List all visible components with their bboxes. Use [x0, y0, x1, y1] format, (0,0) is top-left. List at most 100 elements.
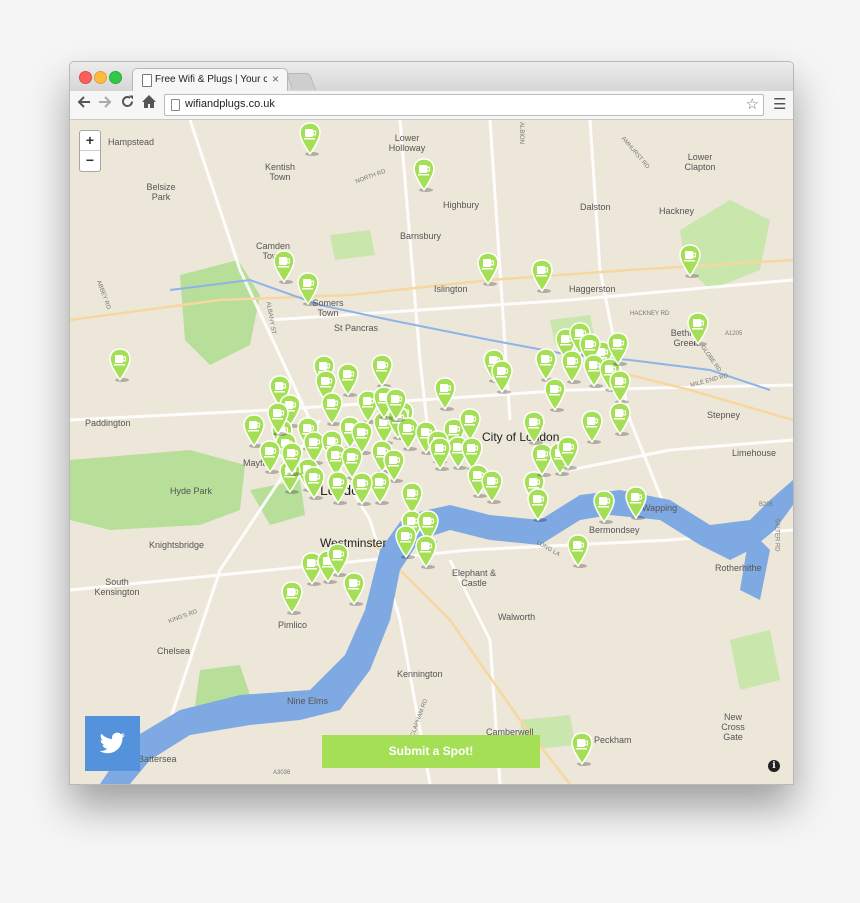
wifi-spot-pin-icon[interactable] [302, 466, 326, 500]
maximize-window-button[interactable] [109, 71, 122, 84]
road-label: A3036 [273, 770, 291, 776]
page-icon [171, 99, 180, 111]
place-label: Lower Holloway [388, 133, 426, 153]
twitter-bird-icon [99, 732, 125, 754]
wifi-spot-pin-icon[interactable] [280, 442, 304, 476]
place-label: Barnsbury [400, 231, 442, 241]
wifi-spot-pin-icon[interactable] [258, 440, 282, 474]
place-label: South Kensington [94, 577, 140, 597]
place-label: Hampstead [108, 137, 155, 147]
info-icon[interactable]: i [768, 760, 780, 772]
wifi-spot-pin-icon[interactable] [566, 534, 590, 568]
wifi-spot-pin-icon[interactable] [570, 732, 594, 766]
wifi-spot-pin-icon[interactable] [530, 259, 554, 293]
wifi-spot-pin-icon[interactable] [412, 158, 436, 192]
forward-arrow-icon[interactable] [96, 94, 114, 114]
place-label: Belsize Park [146, 182, 176, 202]
browser-toolbar: wifiandplugs.co.uk ☆ ☰ [70, 91, 793, 120]
tab-title: Free Wifi & Plugs | Your co [155, 74, 267, 85]
road-label: ALBION [518, 121, 525, 145]
wifi-spot-pin-icon[interactable] [580, 410, 604, 444]
title-bar: Free Wifi & Plugs | Your co × [70, 62, 793, 92]
minimize-window-button[interactable] [94, 71, 107, 84]
wifi-spot-pin-icon[interactable] [428, 437, 452, 471]
back-arrow-icon[interactable] [75, 94, 93, 114]
wifi-spot-pin-icon[interactable] [280, 581, 304, 615]
wifi-spot-pin-icon[interactable] [370, 354, 394, 388]
home-icon[interactable] [140, 94, 158, 114]
browser-window: Free Wifi & Plugs | Your co × wifiandplu… [69, 61, 794, 785]
wifi-spot-pin-icon[interactable] [490, 360, 514, 394]
road-label: HACKNEY RD [630, 311, 670, 317]
wifi-spot-pin-icon[interactable] [350, 472, 374, 506]
place-label: Kennington [397, 669, 443, 679]
wifi-spot-pin-icon[interactable] [606, 332, 630, 366]
wifi-spot-pin-icon[interactable] [624, 486, 648, 520]
place-label: Dalston [580, 202, 611, 212]
wifi-spot-pin-icon[interactable] [522, 411, 546, 445]
wifi-spot-pin-icon[interactable] [342, 572, 366, 606]
submit-spot-button[interactable]: Submit a Spot! [322, 735, 540, 768]
wifi-spot-pin-icon[interactable] [433, 377, 457, 411]
place-label: Elephant & Castle [451, 568, 497, 588]
zoom-out-button[interactable]: − [80, 151, 100, 171]
place-label: Knightsbridge [149, 540, 205, 550]
wifi-spot-pin-icon[interactable] [384, 388, 408, 422]
wifi-spot-pin-icon[interactable] [480, 470, 504, 504]
wifi-spot-pin-icon[interactable] [108, 348, 132, 382]
place-label: Limehouse [732, 448, 777, 458]
place-label: Paddington [85, 418, 131, 428]
browser-tab[interactable]: Free Wifi & Plugs | Your co × [132, 68, 288, 92]
wifi-spot-pin-icon[interactable] [266, 402, 290, 436]
close-window-button[interactable] [79, 71, 92, 84]
place-label: Haggerston [569, 284, 616, 294]
place-label: Chelsea [157, 646, 191, 656]
twitter-button[interactable] [85, 716, 140, 771]
bookmark-star-icon[interactable]: ☆ [746, 95, 759, 113]
place-label: New Cross Gate [721, 712, 745, 742]
place-label: Hyde Park [170, 486, 213, 496]
place-label: Highbury [443, 200, 480, 210]
hyde-park [70, 450, 245, 530]
wifi-spot-pin-icon[interactable] [336, 363, 360, 397]
place-label: Peckham [594, 735, 632, 745]
wifi-spot-pin-icon[interactable] [543, 378, 567, 412]
place-label: Rotherhithe [715, 563, 762, 573]
place-label: Lower Clapton [684, 152, 716, 172]
tab-close-icon[interactable]: × [272, 72, 279, 86]
wifi-spot-pin-icon[interactable] [296, 272, 320, 306]
place-label: Islington [434, 284, 468, 294]
wifi-spot-pin-icon[interactable] [298, 122, 322, 156]
zoom-in-button[interactable]: + [80, 131, 100, 151]
road-label: B205 [759, 502, 774, 508]
place-label: Battersea [138, 754, 177, 764]
map-view[interactable]: Hampstead Kentish Town Belsize Park Camd… [70, 120, 793, 784]
wifi-spot-pin-icon[interactable] [526, 488, 550, 522]
road-label: SALTER RD [773, 518, 780, 552]
place-label: Stepney [707, 410, 741, 420]
zoom-control: + − [79, 130, 101, 172]
place-label: Nine Elms [287, 696, 329, 706]
road-label: A1205 [725, 331, 743, 337]
wifi-spot-pin-icon[interactable] [556, 436, 580, 470]
place-label: Kentish Town [264, 162, 296, 182]
regents-park [180, 260, 260, 365]
wifi-spot-pin-icon[interactable] [608, 370, 632, 404]
place-label: Bermondsey [589, 525, 640, 535]
menu-icon[interactable]: ☰ [773, 95, 786, 113]
wifi-spot-pin-icon[interactable] [476, 252, 500, 286]
page-icon [142, 74, 152, 87]
new-tab-button[interactable] [285, 73, 317, 90]
wifi-spot-pin-icon[interactable] [272, 250, 296, 284]
place-label: St Pancras [334, 323, 379, 333]
address-bar[interactable]: wifiandplugs.co.uk ☆ [164, 94, 764, 116]
wifi-spot-pin-icon[interactable] [686, 312, 710, 346]
wifi-spot-pin-icon[interactable] [414, 535, 438, 569]
wifi-spot-pin-icon[interactable] [608, 402, 632, 436]
wifi-spot-pin-icon[interactable] [592, 490, 616, 524]
wifi-spot-pin-icon[interactable] [678, 244, 702, 278]
place-label: Pimlico [278, 620, 308, 630]
url-text[interactable]: wifiandplugs.co.uk [185, 98, 275, 110]
reload-icon[interactable] [118, 94, 136, 114]
place-label: Walworth [498, 612, 536, 622]
